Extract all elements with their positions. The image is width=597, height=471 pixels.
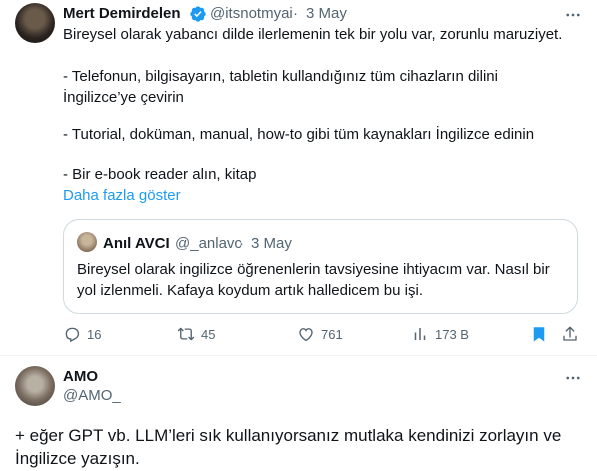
tweet-text-line: Bireysel olarak yabancı dilde ilerlemeni…	[63, 26, 563, 43]
quote-separator: ·	[239, 235, 244, 252]
author-name[interactable]: Mert Demirdelen	[63, 5, 181, 22]
reply-text-line: + eğer GPT vb. LLM’leri sık kullanıyorsa…	[15, 426, 562, 445]
quote-author-name: Anıl AVCI	[103, 235, 170, 252]
retweet-icon	[177, 327, 195, 341]
tweet-text-line: İngilizce’ye çevirin	[63, 89, 184, 106]
quote-text-line: Bireysel olarak ingilizce öğrenenlerin t…	[77, 261, 550, 278]
author-handle[interactable]: @itsnotmyai	[210, 5, 293, 22]
quote-date: 3 May	[251, 235, 292, 252]
quote-text-line: yol izlenmeli. Kafaya koydum artık halle…	[77, 282, 423, 299]
verified-badge-icon	[190, 6, 206, 22]
views-count: 173 B	[435, 326, 469, 342]
share-icon[interactable]	[561, 325, 579, 343]
reply-author-avatar[interactable]	[15, 366, 55, 406]
header-separator: ·	[293, 5, 298, 22]
like-button[interactable]: 761	[297, 325, 343, 343]
views-icon	[414, 328, 426, 340]
views-button[interactable]: 173 B	[411, 325, 469, 343]
author-avatar[interactable]	[15, 3, 55, 43]
tweet-text-line: - Tutorial, doküman, manual, how-to gibi…	[63, 126, 535, 143]
retweet-count: 45	[201, 326, 216, 342]
tweet-date[interactable]: 3 May	[306, 5, 347, 22]
reply-button[interactable]: 16	[63, 325, 101, 343]
tweet-text-line: - Bir e-book reader alın, kitap	[63, 166, 257, 183]
bookmark-icon[interactable]	[530, 325, 548, 343]
reply-author-name[interactable]: AMO	[63, 368, 98, 385]
reply-icon	[65, 327, 80, 343]
quote-author-avatar	[77, 232, 97, 252]
tweet-text-line: - Telefonun, bilgisayarın, tabletin kull…	[63, 68, 498, 85]
reply-count: 16	[87, 326, 102, 342]
reply-author-handle[interactable]: @AMO_	[63, 387, 121, 404]
like-icon	[299, 328, 313, 342]
retweet-button[interactable]: 45	[177, 325, 215, 343]
tweet-divider	[0, 355, 597, 356]
reply-text-line: İngilizce yazışın.	[15, 449, 140, 468]
like-count: 761	[321, 326, 343, 342]
more-icon[interactable]	[564, 6, 582, 24]
more-icon[interactable]	[564, 369, 582, 387]
show-more-link[interactable]: Daha fazla göster	[63, 187, 181, 204]
quote-author-handle: @_anlavc	[175, 235, 242, 252]
